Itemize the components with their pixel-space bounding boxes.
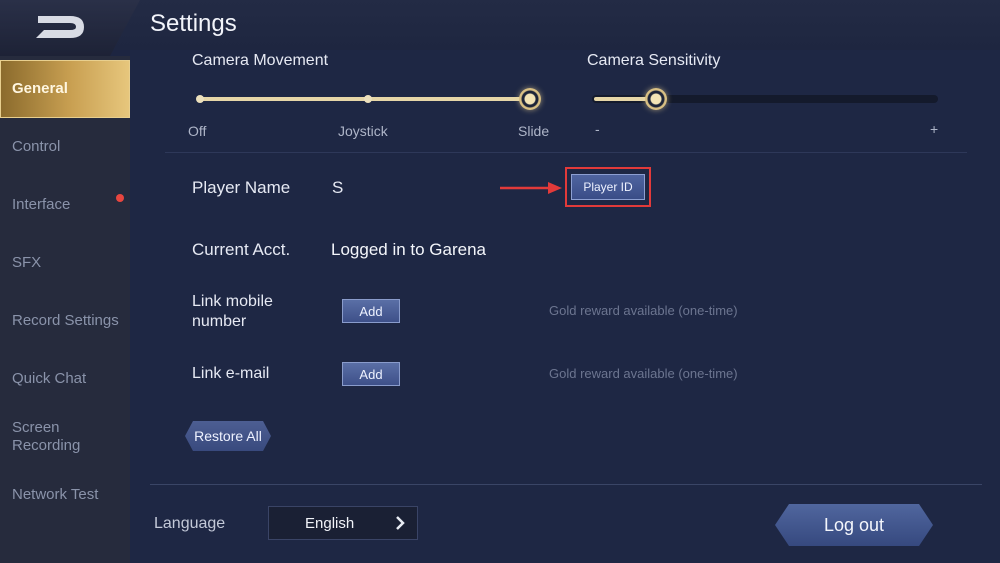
annotation-arrow-icon [500,182,562,194]
player-id-button[interactable]: Player ID [571,174,645,200]
sidebar-item-label: SFX [12,254,42,271]
page-title: Settings [150,10,237,37]
language-select[interactable]: English [268,506,418,540]
sidebar-item-label: Network Test [12,486,99,503]
current-acct-value: Logged in to Garena [331,240,487,259]
camera-sensitivity-min: - [595,121,600,137]
player-name-label: Player Name [192,178,291,197]
sidebar-item-interface[interactable]: Interface [0,176,130,234]
footer-divider [150,484,982,485]
current-acct-label: Current Acct. [192,240,291,259]
camera-sensitivity-label: Camera Sensitivity [587,52,721,69]
sidebar-item-screen-recording[interactable]: Screen Recording [0,408,130,466]
camera-movement-option-off: Off [188,123,207,139]
link-email-label: Link e-mail [192,365,270,382]
sidebar-item-label: Record Settings [12,312,119,329]
sidebar-item-label: Quick Chat [12,370,87,387]
camera-movement-option-joystick: Joystick [338,123,388,139]
camera-sensitivity-max: + [930,121,939,137]
player-name-value: S [332,178,344,197]
notification-dot [116,194,124,202]
link-mobile-label-line1: Link mobile [192,293,273,310]
sidebar-item-label: Interface [12,196,71,213]
sidebar-item-label: General [12,80,68,97]
sidebar: General Control Interface SFX Record Set… [0,56,130,563]
camera-movement-stop-off[interactable] [196,95,204,103]
camera-movement-option-slide: Slide [518,123,550,139]
sidebar-item-label: Screen Recording [12,419,81,454]
camera-movement-label: Camera Movement [192,52,329,69]
link-mobile-add-button[interactable]: Add [342,299,400,323]
restore-all-button[interactable]: Restore All [185,421,271,451]
camera-movement-knob[interactable] [519,88,541,110]
language-value: English [305,514,355,532]
sidebar-item-record-settings[interactable]: Record Settings [0,292,130,350]
link-mobile-label-line2: number [192,313,247,330]
link-email-add-button[interactable]: Add [342,362,400,386]
logout-button[interactable]: Log out [775,504,933,546]
section-divider [165,152,967,153]
sidebar-item-quick-chat[interactable]: Quick Chat [0,350,130,408]
camera-movement-stop-joystick[interactable] [364,95,372,103]
sidebar-item-network-test[interactable]: Network Test [0,466,130,524]
link-email-hint: Gold reward available (one-time) [549,366,738,381]
sidebar-item-general[interactable]: General [0,60,130,118]
link-mobile-hint: Gold reward available (one-time) [549,303,738,318]
language-label: Language [154,515,226,532]
sidebar-item-sfx[interactable]: SFX [0,234,130,292]
chevron-right-icon [396,516,405,530]
camera-sensitivity-knob[interactable] [644,88,667,110]
sidebar-item-label: Control [12,138,61,155]
sidebar-item-control[interactable]: Control [0,118,130,176]
link-mobile-label: Link mobile number [192,292,273,332]
back-arrow-icon [36,16,84,38]
